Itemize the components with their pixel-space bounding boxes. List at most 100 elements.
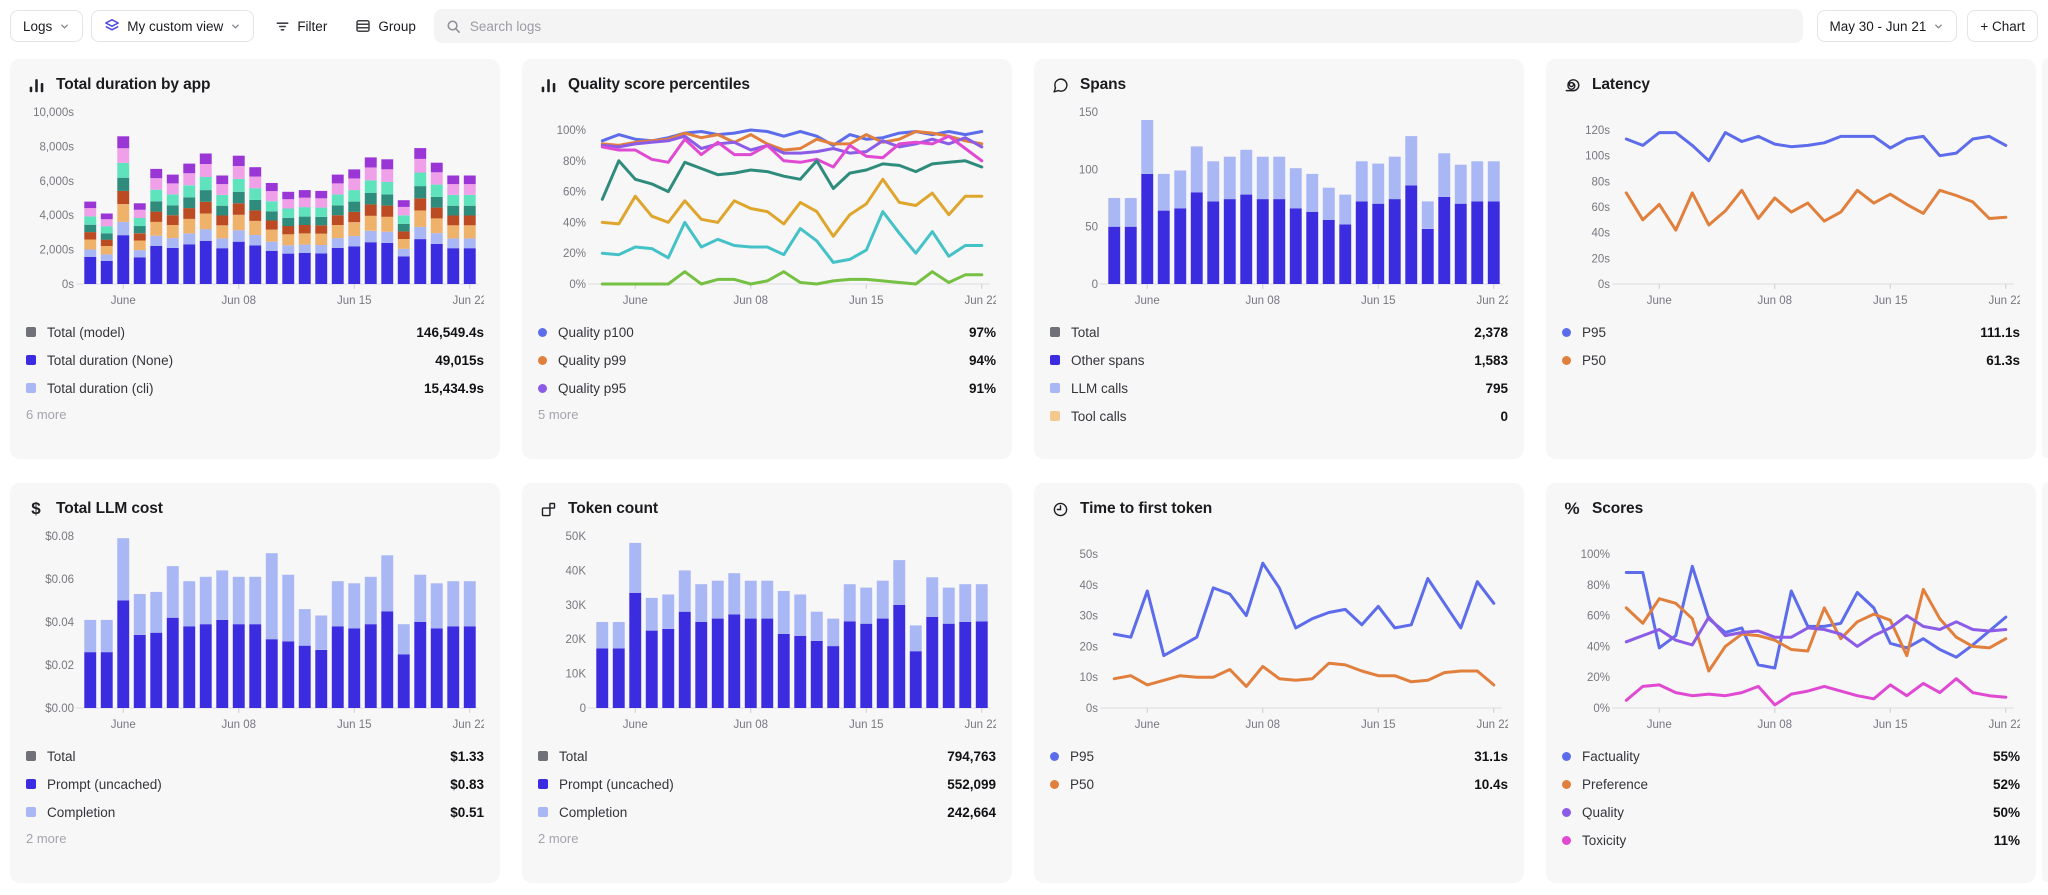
legend-label: Other spans [1071, 353, 1145, 368]
clock-icon [1050, 499, 1070, 519]
legend-more-link[interactable]: 2 more [538, 831, 996, 846]
panel-title: Quality score percentiles [568, 76, 750, 94]
svg-text:4,000s: 4,000s [39, 210, 74, 222]
legend-label: Total (model) [47, 325, 125, 340]
legend: P95111.1sP5061.3s [1562, 318, 2020, 374]
legend-row: Total$1.33 [26, 742, 484, 770]
svg-text:150: 150 [1079, 107, 1098, 119]
add-chart-button[interactable]: + Chart [1967, 10, 2038, 42]
dashboard-panel-grid: Total duration by app0s2,000s4,000s6,000… [10, 59, 2048, 883]
svg-text:100s: 100s [1585, 151, 1610, 163]
group-rows-icon [355, 18, 371, 34]
legend-more-link[interactable]: 5 more [538, 407, 996, 422]
legend-value: 55% [1993, 749, 2020, 764]
legend-value: $0.83 [450, 777, 484, 792]
legend-row: Total duration (None)49,015s [26, 346, 484, 374]
legend-marker [1562, 752, 1571, 761]
svg-text:80s: 80s [1591, 176, 1610, 188]
svg-text:50K: 50K [566, 531, 587, 543]
legend-label: Total [559, 749, 588, 764]
legend-more-link[interactable]: 2 more [26, 831, 484, 846]
legend-marker [538, 384, 547, 393]
chevron-down-icon [59, 21, 70, 32]
svg-text:0%: 0% [569, 279, 586, 291]
partial-panel-sliver [2042, 58, 2048, 458]
legend: Total$1.33 Prompt (uncached) $0.83 Completi… [26, 742, 484, 846]
legend-marker [1562, 328, 1571, 337]
view-dropdown-label: My custom view [127, 19, 223, 34]
legend-marker [1050, 327, 1060, 337]
legend-value: 61.3s [1986, 353, 2020, 368]
svg-text:40s: 40s [1591, 228, 1610, 240]
logs-dropdown[interactable]: Logs [10, 10, 83, 42]
legend-row: Completion242,664 [538, 798, 996, 826]
svg-text:Jun 08: Jun 08 [1757, 295, 1792, 307]
legend-row: Total (model)146,549.4s [26, 318, 484, 346]
legend-marker [26, 355, 36, 365]
legend-row: Prompt (uncached)552,099 [538, 770, 996, 798]
svg-text:June: June [1135, 295, 1160, 307]
legend-row: Factuality55% [1562, 742, 2020, 770]
legend-row: Completion$0.51 [26, 798, 484, 826]
chat-bubble-icon [1050, 75, 1070, 95]
svg-text:Jun 22: Jun 22 [452, 295, 484, 307]
panel-title: Token count [568, 500, 658, 518]
legend: Total2,378Other spans1,583LLM calls795To… [1050, 318, 1508, 430]
svg-text:Jun 08: Jun 08 [1757, 719, 1792, 731]
group-button[interactable]: Group [349, 10, 422, 42]
svg-text:Jun 22: Jun 22 [1476, 295, 1508, 307]
panel-time-to-first-token: Time to first token0s10s20s30s40s50sJune… [1034, 483, 1524, 883]
date-range-button[interactable]: May 30 - Jun 21 [1817, 10, 1958, 42]
legend-label: Toxicity [1582, 833, 1626, 848]
legend-marker [1050, 411, 1060, 421]
panel-header: $Total LLM cost [26, 496, 484, 522]
svg-text:60%: 60% [1587, 611, 1610, 623]
legend-row: Quality50% [1562, 798, 2020, 826]
svg-text:Jun 15: Jun 15 [849, 295, 884, 307]
svg-text:Jun 08: Jun 08 [221, 719, 256, 731]
svg-text:Jun 15: Jun 15 [1361, 295, 1396, 307]
legend: Total794,763Prompt (uncached)552,099Comp… [538, 742, 996, 846]
panel-header: Quality score percentiles [538, 72, 996, 98]
svg-text:0s: 0s [1598, 279, 1610, 291]
dollar-icon: $ [26, 499, 46, 519]
percent-icon: % [1562, 499, 1582, 519]
search-box[interactable] [434, 9, 1803, 43]
legend-value: 242,664 [947, 805, 996, 820]
panel-header: Spans [1050, 72, 1508, 98]
svg-text:Jun 15: Jun 15 [1873, 719, 1908, 731]
legend-label: P95 [1582, 325, 1606, 340]
partial-panel-sliver [2042, 482, 2048, 882]
legend-row: Preference52% [1562, 770, 2020, 798]
toolbar: Logs My custom view Filter Group May 30 … [0, 0, 2048, 51]
legend-value: 91% [969, 381, 996, 396]
legend-more-link[interactable]: 6 more [26, 407, 484, 422]
svg-text:10s: 10s [1079, 672, 1098, 684]
legend-row: Toxicity11% [1562, 826, 2020, 854]
svg-text:Jun 08: Jun 08 [733, 295, 768, 307]
legend-label: Prompt (uncached) [47, 777, 162, 792]
legend-marker [1050, 355, 1060, 365]
legend-marker [538, 807, 548, 817]
svg-text:10,000s: 10,000s [33, 107, 74, 119]
legend: Factuality55%Preference52%Quality50%Toxi… [1562, 742, 2020, 854]
filter-button[interactable]: Filter [269, 10, 333, 42]
svg-text:Jun 15: Jun 15 [337, 719, 372, 731]
panel-title: Time to first token [1080, 500, 1212, 518]
view-dropdown[interactable]: My custom view [91, 10, 254, 42]
legend-value: 49,015s [435, 353, 484, 368]
search-input[interactable] [470, 19, 1791, 34]
svg-text:20%: 20% [1587, 672, 1610, 684]
svg-text:20%: 20% [563, 248, 586, 260]
svg-text:$0.06: $0.06 [45, 574, 74, 586]
svg-text:50: 50 [1085, 222, 1098, 234]
logs-dropdown-label: Logs [23, 19, 52, 34]
svg-text:40s: 40s [1079, 580, 1098, 592]
legend-row: Quality p9994% [538, 346, 996, 374]
legend-row: P9531.1s [1050, 742, 1508, 770]
svg-text:Jun 08: Jun 08 [1245, 719, 1280, 731]
legend-marker [538, 751, 548, 761]
panel-title: Total duration by app [56, 76, 210, 94]
panel-latency: Latency0s20s40s60s80s100s120sJuneJun 08J… [1546, 59, 2036, 459]
legend-value: 15,434.9s [424, 381, 484, 396]
